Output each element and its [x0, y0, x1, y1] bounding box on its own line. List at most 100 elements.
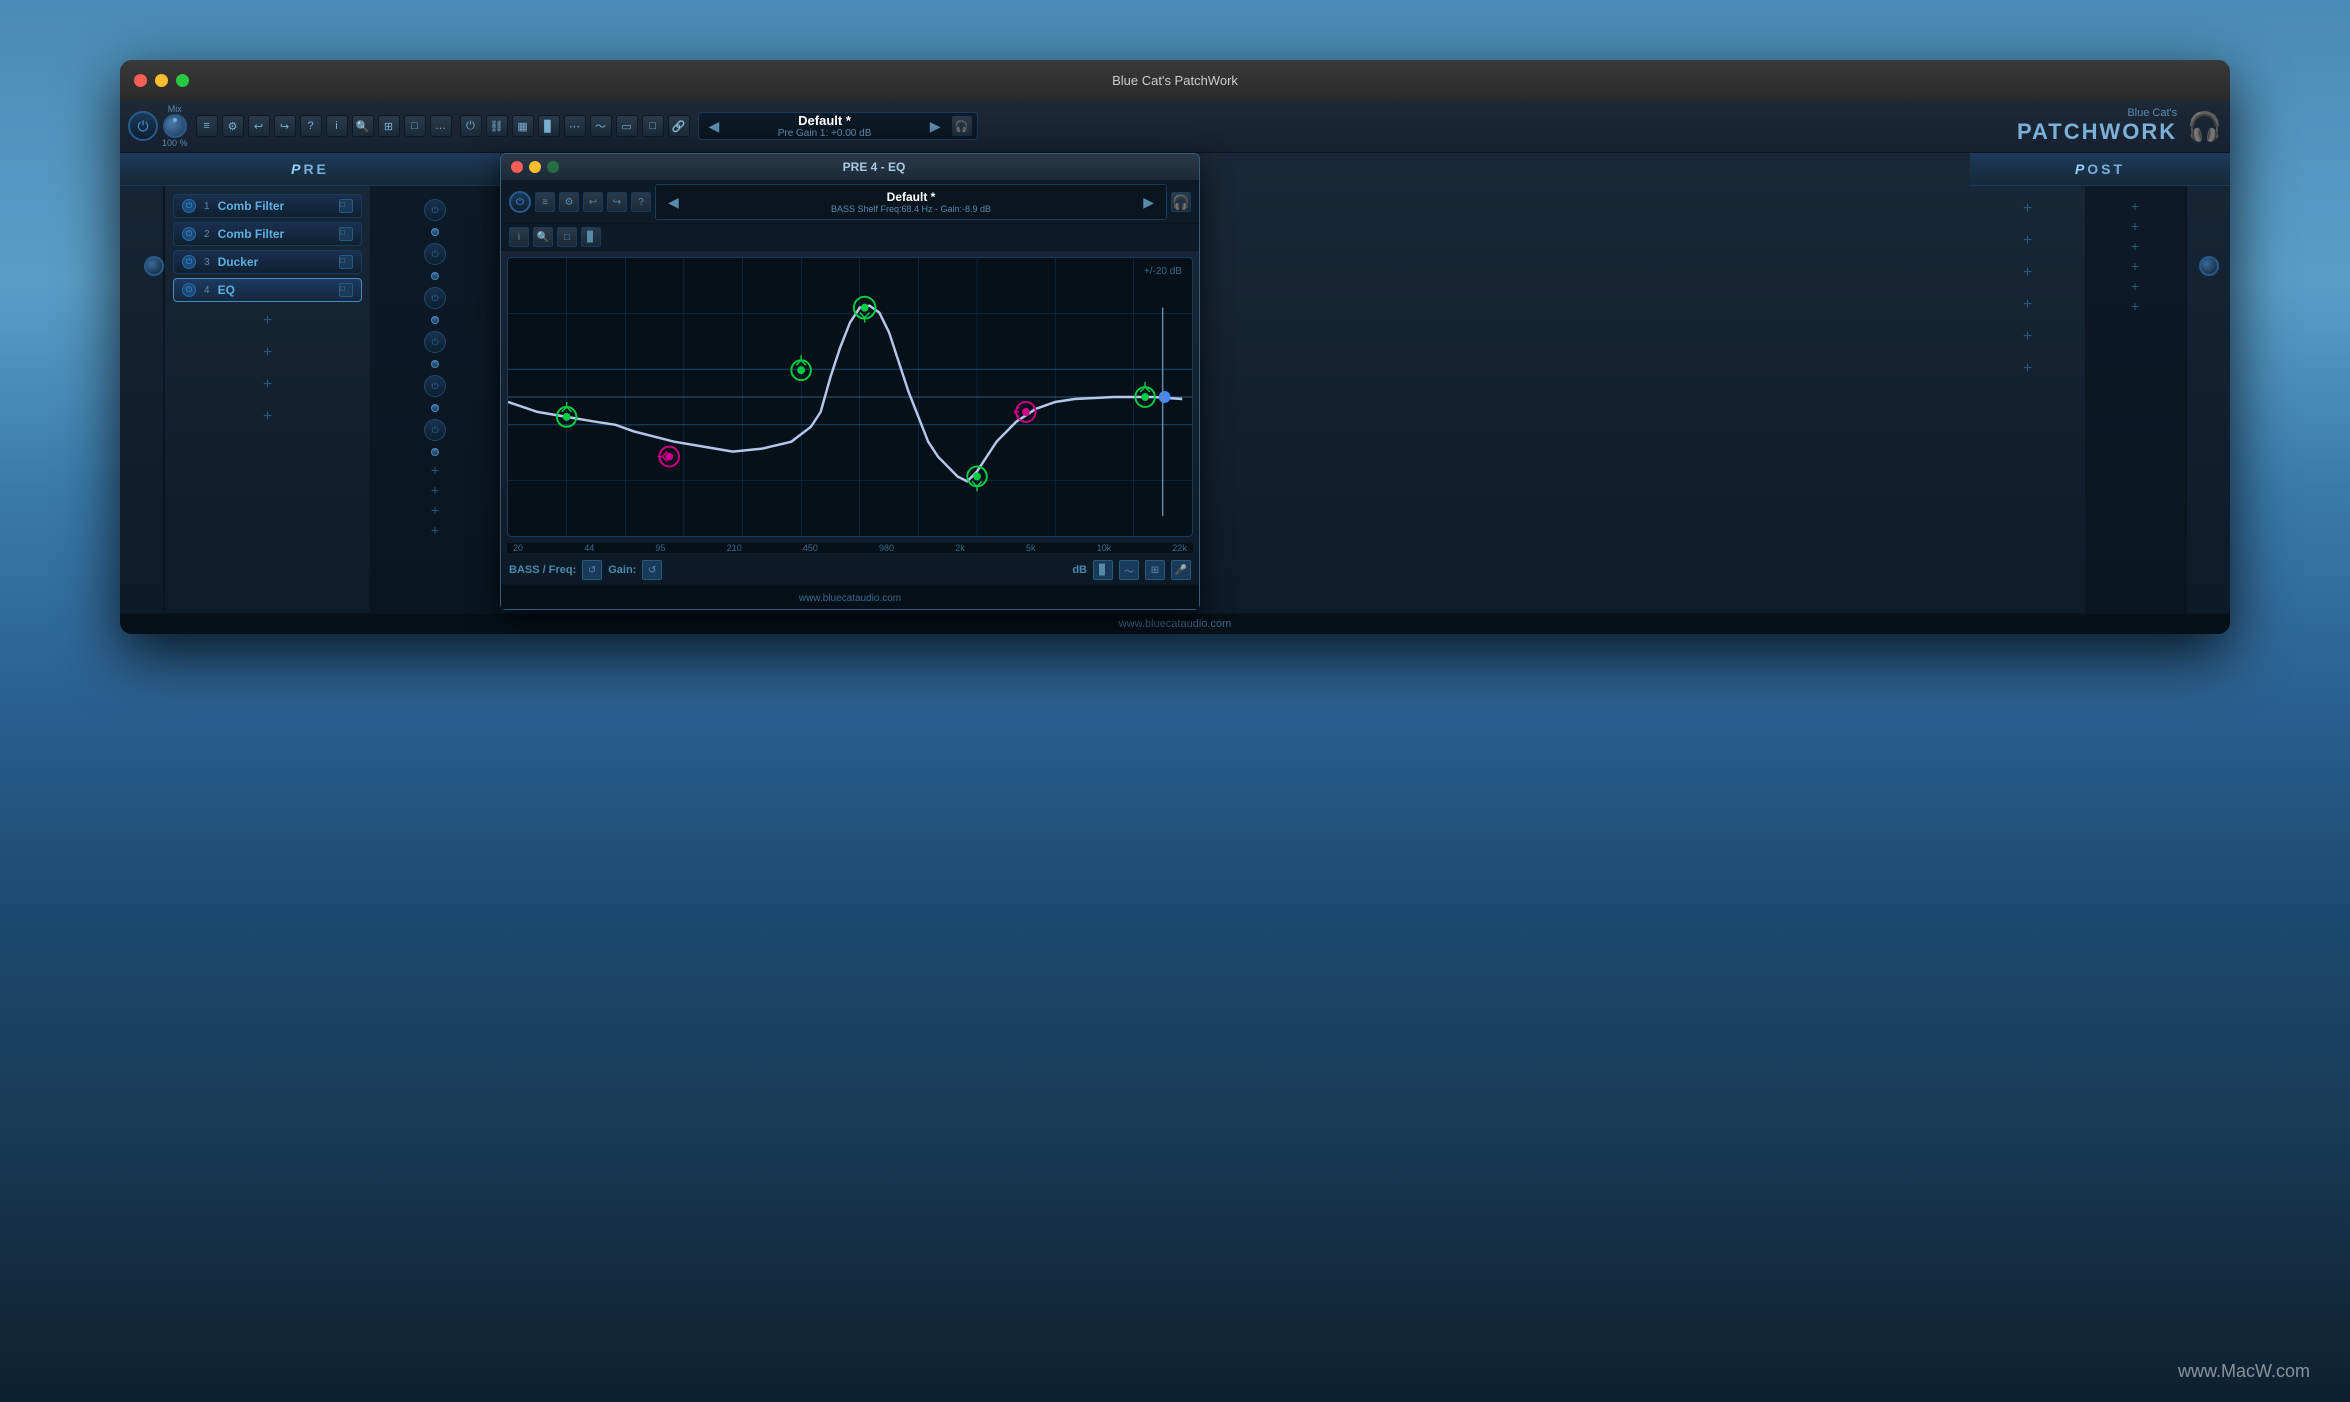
eq-prev-preset[interactable]: ◀: [662, 194, 685, 211]
routing-power-6[interactable]: ⏻: [424, 419, 446, 441]
menu-icon[interactable]: ≡: [196, 115, 218, 137]
help-icon[interactable]: ?: [300, 115, 322, 137]
routing-dot-4[interactable]: [431, 360, 439, 368]
redo-icon[interactable]: ↪: [274, 115, 296, 137]
routing-add-1[interactable]: +: [431, 462, 439, 478]
plugin-icon[interactable]: □: [404, 115, 426, 137]
minimize-button[interactable]: [155, 74, 168, 87]
wave-icon[interactable]: 〜: [590, 115, 612, 137]
close-button[interactable]: [134, 74, 147, 87]
eq-graph-icon[interactable]: ▊: [581, 227, 601, 247]
chain-2-edit[interactable]: □: [339, 227, 353, 241]
eq-title: PRE 4 - EQ: [559, 160, 1189, 174]
add-slot-4[interactable]: +: [173, 402, 362, 432]
eq-undo-icon[interactable]: ↩: [583, 192, 603, 212]
post-add-slot-5[interactable]: +: [1978, 322, 2077, 352]
eq-display[interactable]: +/-20 dB: [507, 257, 1193, 537]
routing-dot-5[interactable]: [431, 404, 439, 412]
chain-3-power[interactable]: ⏻: [182, 255, 196, 269]
routing-dot-3[interactable]: [431, 316, 439, 324]
eq-headphones-icon[interactable]: 🎧: [1171, 192, 1191, 212]
eq-settings-icon[interactable]: ⚙: [559, 192, 579, 212]
power-icon[interactable]: ⏻: [460, 115, 482, 137]
routing-power-1[interactable]: ⏻: [424, 199, 446, 221]
routing-power-4[interactable]: ⏻: [424, 331, 446, 353]
prev-preset-button[interactable]: ◀: [703, 118, 726, 135]
chain-item-2[interactable]: ⏻ 2 Comb Filter □: [173, 222, 362, 246]
main-power-button[interactable]: ⏻: [128, 111, 158, 141]
eq-gain-knob[interactable]: ↺: [642, 560, 662, 580]
dots-icon[interactable]: ⋯: [564, 115, 586, 137]
eq-zoom-icon[interactable]: 🔍: [533, 227, 553, 247]
eq-wave-icon[interactable]: 〜: [1119, 560, 1139, 580]
info-icon[interactable]: i: [326, 115, 348, 137]
eq-freq-knob[interactable]: ↺: [582, 560, 602, 580]
link-icon[interactable]: 🔗: [668, 115, 690, 137]
more-icon[interactable]: …: [430, 115, 452, 137]
routing-dot-1[interactable]: [431, 228, 439, 236]
post-routing-add-5[interactable]: +: [2131, 278, 2139, 294]
routing-dot-2[interactable]: [431, 272, 439, 280]
grid-icon[interactable]: ⊞: [378, 115, 400, 137]
add-slot-3[interactable]: +: [173, 370, 362, 400]
square-icon[interactable]: □: [642, 115, 664, 137]
routing-add-2[interactable]: +: [431, 482, 439, 498]
add-slot-1[interactable]: +: [173, 306, 362, 336]
eq-redo-icon[interactable]: ↪: [607, 192, 627, 212]
search-icon[interactable]: 🔍: [352, 115, 374, 137]
chain-3-edit[interactable]: □: [339, 255, 353, 269]
post-routing-add-1[interactable]: +: [2131, 198, 2139, 214]
post-add-slot-3[interactable]: +: [1978, 258, 2077, 288]
eq-maximize-button[interactable]: [547, 161, 559, 173]
bars-icon[interactable]: ▊: [538, 115, 560, 137]
eq-close-button[interactable]: [511, 161, 523, 173]
eq-info-icon[interactable]: i: [509, 227, 529, 247]
chain-item-1[interactable]: ⏻ 1 Comb Filter □: [173, 194, 362, 218]
settings-icon[interactable]: ⚙: [222, 115, 244, 137]
routing-power-5[interactable]: ⏻: [424, 375, 446, 397]
eq-power-button[interactable]: ⏻: [509, 191, 531, 213]
post-routing-add-4[interactable]: +: [2131, 258, 2139, 274]
chain-1-power[interactable]: ⏻: [182, 199, 196, 213]
watermark-text: www.MacW.com: [2178, 1361, 2310, 1381]
add-slot-2[interactable]: +: [173, 338, 362, 368]
headphones-icon[interactable]: 🎧: [951, 115, 973, 137]
chain-1-edit[interactable]: □: [339, 199, 353, 213]
grid2-icon[interactable]: ▦: [512, 115, 534, 137]
chain-4-power[interactable]: ⏻: [182, 283, 196, 297]
chain-item-4[interactable]: ⏻ 4 EQ □: [173, 278, 362, 302]
chain-2-power[interactable]: ⏻: [182, 227, 196, 241]
eq-next-preset[interactable]: ▶: [1137, 194, 1160, 211]
eq-grid-icon[interactable]: ⊞: [1145, 560, 1165, 580]
eq-spectrum-icon[interactable]: ▊: [1093, 560, 1113, 580]
routing-power-3[interactable]: ⏻: [424, 287, 446, 309]
routing-add-3[interactable]: +: [431, 502, 439, 518]
post-add-slot-4[interactable]: +: [1978, 290, 2077, 320]
routing-dot-6[interactable]: [431, 448, 439, 456]
eq-curve-svg: [508, 258, 1192, 536]
post-routing-add-6[interactable]: +: [2131, 298, 2139, 314]
post-routing-add-3[interactable]: +: [2131, 238, 2139, 254]
eq-minimize-button[interactable]: [529, 161, 541, 173]
post-add-slot-2[interactable]: +: [1978, 226, 2077, 256]
post-add-slot-6[interactable]: +: [1978, 354, 2077, 384]
post-right-knob[interactable]: [2199, 256, 2219, 276]
pre-left-knob[interactable]: [144, 256, 164, 276]
eq-help-icon[interactable]: ?: [631, 192, 651, 212]
undo-icon[interactable]: ↩: [248, 115, 270, 137]
chain-item-3[interactable]: ⏻ 3 Ducker □: [173, 250, 362, 274]
routing-add-4[interactable]: +: [431, 522, 439, 538]
eq-preset-name: Default *: [685, 190, 1137, 204]
mix-knob[interactable]: [163, 114, 187, 138]
maximize-button[interactable]: [176, 74, 189, 87]
eq-menu-icon[interactable]: ≡: [535, 192, 555, 212]
box-icon[interactable]: ▭: [616, 115, 638, 137]
post-routing-add-2[interactable]: +: [2131, 218, 2139, 234]
chain-icon[interactable]: ⛓: [486, 115, 508, 137]
next-preset-button[interactable]: ▶: [924, 118, 947, 135]
eq-box-icon[interactable]: □: [557, 227, 577, 247]
chain-4-edit[interactable]: □: [339, 283, 353, 297]
routing-power-2[interactable]: ⏻: [424, 243, 446, 265]
post-add-slot-1[interactable]: +: [1978, 194, 2077, 224]
eq-mic-icon[interactable]: 🎤: [1171, 560, 1191, 580]
